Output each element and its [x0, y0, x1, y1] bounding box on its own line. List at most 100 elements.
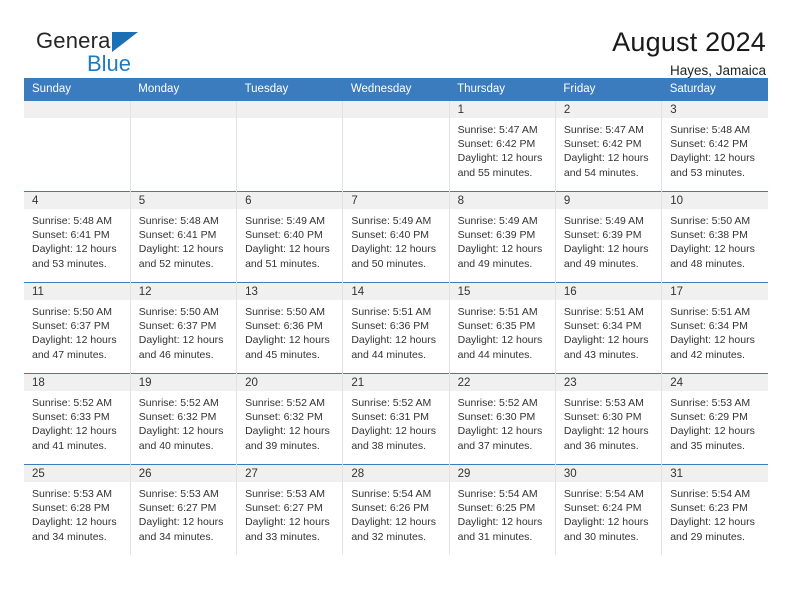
day-number: 27: [237, 465, 343, 482]
day-details: Sunrise: 5:51 AM Sunset: 6:35 PM Daylight:…: [450, 300, 555, 362]
daylight-duration-line2: and 53 minutes.: [32, 257, 107, 270]
calendar-day-cell[interactable]: 31 Sunrise: 5:54 AM Sunset: 6:23 PM Dayligh…: [661, 464, 768, 555]
calendar-day-cell[interactable]: 14 Sunrise: 5:51 AM Sunset: 6:36 PM Dayligh…: [342, 282, 450, 374]
calendar-day-cell[interactable]: 27 Sunrise: 5:53 AM Sunset: 6:27 PM Dayligh…: [236, 464, 343, 555]
daylight-duration-line1: Daylight: 12 hours: [351, 334, 436, 347]
calendar-day-cell[interactable]: 18 Sunrise: 5:52 AM Sunset: 6:33 PM Dayligh…: [24, 373, 131, 465]
day-details: Sunrise: 5:50 AM Sunset: 6:37 PM Daylight:…: [131, 300, 236, 362]
sunrise-time: Sunrise: 5:47 AM: [457, 124, 538, 136]
day-number: 22: [449, 374, 555, 391]
daylight-duration-line1: Daylight: 12 hours: [32, 425, 117, 438]
day-details: Sunrise: 5:52 AM Sunset: 6:31 PM Daylight:…: [343, 391, 448, 453]
day-details: Sunrise: 5:48 AM Sunset: 6:41 PM Daylight:…: [24, 209, 130, 271]
daylight-duration-line1: Daylight: 12 hours: [563, 152, 649, 165]
day-details: Sunrise: 5:53 AM Sunset: 6:29 PM Daylight:…: [662, 391, 768, 453]
calendar-day-cell[interactable]: 11 Sunrise: 5:50 AM Sunset: 6:37 PM Dayligh…: [24, 282, 131, 374]
calendar-day-cell[interactable]: 20 Sunrise: 5:52 AM Sunset: 6:32 PM Dayligh…: [236, 373, 343, 465]
general-blue-logo[interactable]: General Blue: [24, 28, 204, 84]
sunrise-time: Sunrise: 5:53 AM: [670, 397, 751, 409]
daylight-duration-line1: Daylight: 12 hours: [457, 243, 543, 256]
calendar-day-cell[interactable]: 15 Sunrise: 5:51 AM Sunset: 6:35 PM Dayligh…: [448, 282, 556, 374]
daylight-duration-line1: Daylight: 12 hours: [457, 516, 543, 529]
daylight-duration-line2: and 48 minutes.: [670, 257, 745, 270]
day-number: 9: [555, 192, 662, 209]
sunrise-time: Sunrise: 5:49 AM: [245, 215, 326, 227]
sunrise-time: Sunrise: 5:47 AM: [563, 124, 644, 136]
sunrise-time: Sunrise: 5:52 AM: [351, 397, 432, 409]
day-number: [24, 101, 130, 118]
calendar-day-cell[interactable]: 3 Sunrise: 5:48 AM Sunset: 6:42 PM Daylight…: [661, 100, 768, 192]
daylight-duration-line2: and 49 minutes.: [563, 257, 639, 270]
calendar-day-cell[interactable]: 9 Sunrise: 5:49 AM Sunset: 6:39 PM Daylight…: [554, 191, 662, 283]
daylight-duration-line1: Daylight: 12 hours: [457, 334, 543, 347]
calendar-day-cell[interactable]: 16 Sunrise: 5:51 AM Sunset: 6:34 PM Dayligh…: [554, 282, 662, 374]
calendar-day-cell[interactable]: 22 Sunrise: 5:52 AM Sunset: 6:30 PM Dayligh…: [448, 373, 556, 465]
day-number: 3: [662, 101, 768, 118]
sunrise-sunset-calendar: Sunday Monday Tuesday Wednesday Thursday Frid…: [24, 78, 768, 555]
calendar-day-cell[interactable]: 1 Sunrise: 5:47 AM Sunset: 6:42 PM Daylight…: [448, 100, 556, 192]
sunset-time: Sunset: 6:23 PM: [670, 502, 748, 515]
daylight-duration-line2: and 46 minutes.: [138, 348, 214, 361]
page-header: General Blue August 2024 Hayes, Jamaica: [24, 0, 768, 78]
daylight-duration-line2: and 41 minutes.: [32, 439, 107, 452]
sunset-time: Sunset: 6:27 PM: [245, 502, 323, 515]
daylight-duration-line2: and 44 minutes.: [351, 348, 427, 361]
day-number: 10: [662, 192, 768, 209]
sunrise-time: Sunrise: 5:54 AM: [670, 488, 751, 500]
day-details: Sunrise: 5:51 AM Sunset: 6:36 PM Daylight:…: [343, 300, 448, 362]
day-number: 24: [662, 374, 768, 391]
day-number: 16: [555, 283, 662, 300]
day-number: [237, 101, 343, 118]
daylight-duration-line2: and 55 minutes.: [457, 166, 533, 179]
day-details: Sunrise: 5:51 AM Sunset: 6:34 PM Daylight:…: [556, 300, 661, 362]
sunset-time: Sunset: 6:37 PM: [32, 320, 110, 333]
calendar-day-cell[interactable]: 19 Sunrise: 5:52 AM Sunset: 6:32 PM Dayligh…: [129, 373, 237, 465]
calendar-day-cell[interactable]: 13 Sunrise: 5:50 AM Sunset: 6:36 PM Dayligh…: [236, 282, 343, 374]
calendar-day-cell[interactable]: 30 Sunrise: 5:54 AM Sunset: 6:24 PM Dayligh…: [554, 464, 662, 555]
daylight-duration-line1: Daylight: 12 hours: [32, 243, 117, 256]
calendar-day-cell[interactable]: 6 Sunrise: 5:49 AM Sunset: 6:40 PM Daylight…: [236, 191, 343, 283]
sunrise-time: Sunrise: 5:50 AM: [32, 306, 112, 318]
calendar-week-row: 4 Sunrise: 5:48 AM Sunset: 6:41 PM Daylight…: [24, 191, 768, 283]
calendar-week-row: 1 Sunrise: 5:47 AM Sunset: 6:42 PM Daylight…: [24, 100, 768, 192]
calendar-day-cell-empty: [236, 100, 343, 192]
calendar-day-cell[interactable]: 28 Sunrise: 5:54 AM Sunset: 6:26 PM Dayligh…: [342, 464, 450, 555]
sunrise-time: Sunrise: 5:48 AM: [138, 215, 219, 227]
calendar-day-cell[interactable]: 10 Sunrise: 5:50 AM Sunset: 6:38 PM Dayligh…: [661, 191, 768, 283]
calendar-day-cell[interactable]: 29 Sunrise: 5:54 AM Sunset: 6:25 PM Dayligh…: [448, 464, 556, 555]
calendar-day-cell[interactable]: 7 Sunrise: 5:49 AM Sunset: 6:40 PM Daylight…: [342, 191, 450, 283]
sunrise-time: Sunrise: 5:52 AM: [32, 397, 112, 409]
day-details: Sunrise: 5:53 AM Sunset: 6:27 PM Daylight:…: [237, 482, 342, 544]
day-number: 2: [555, 101, 662, 118]
daylight-duration-line1: Daylight: 12 hours: [138, 243, 224, 256]
calendar-day-cell[interactable]: 2 Sunrise: 5:47 AM Sunset: 6:42 PM Daylight…: [554, 100, 662, 192]
calendar-day-cell-empty: [342, 100, 450, 192]
weekday-header-tuesday: Tuesday: [236, 78, 343, 101]
day-number: 4: [24, 192, 130, 209]
day-details: Sunrise: 5:52 AM Sunset: 6:32 PM Daylight:…: [131, 391, 236, 453]
sunrise-time: Sunrise: 5:52 AM: [457, 397, 538, 409]
calendar-day-cell[interactable]: 12 Sunrise: 5:50 AM Sunset: 6:37 PM Dayligh…: [129, 282, 237, 374]
calendar-day-cell[interactable]: 25 Sunrise: 5:53 AM Sunset: 6:28 PM Dayligh…: [24, 464, 131, 555]
day-details: Sunrise: 5:50 AM Sunset: 6:38 PM Daylight:…: [662, 209, 768, 271]
daylight-duration-line1: Daylight: 12 hours: [563, 425, 649, 438]
calendar-day-cell[interactable]: 23 Sunrise: 5:53 AM Sunset: 6:30 PM Dayligh…: [554, 373, 662, 465]
day-details: Sunrise: 5:50 AM Sunset: 6:37 PM Daylight:…: [24, 300, 130, 362]
calendar-day-cell[interactable]: 24 Sunrise: 5:53 AM Sunset: 6:29 PM Dayligh…: [661, 373, 768, 465]
sunrise-time: Sunrise: 5:52 AM: [138, 397, 219, 409]
calendar-day-cell[interactable]: 17 Sunrise: 5:51 AM Sunset: 6:34 PM Dayligh…: [661, 282, 768, 374]
sunset-time: Sunset: 6:32 PM: [245, 411, 323, 424]
daylight-duration-line2: and 35 minutes.: [670, 439, 745, 452]
calendar-day-cell[interactable]: 4 Sunrise: 5:48 AM Sunset: 6:41 PM Daylight…: [24, 191, 131, 283]
calendar-day-cell[interactable]: 26 Sunrise: 5:53 AM Sunset: 6:27 PM Dayligh…: [129, 464, 237, 555]
day-number: 31: [662, 465, 768, 482]
calendar-day-cell[interactable]: 8 Sunrise: 5:49 AM Sunset: 6:39 PM Daylight…: [448, 191, 556, 283]
calendar-day-cell[interactable]: 21 Sunrise: 5:52 AM Sunset: 6:31 PM Dayligh…: [342, 373, 450, 465]
weekday-header-thursday: Thursday: [449, 78, 556, 101]
sunset-time: Sunset: 6:29 PM: [670, 411, 748, 424]
sunset-time: Sunset: 6:36 PM: [351, 320, 429, 333]
calendar-day-cell[interactable]: 5 Sunrise: 5:48 AM Sunset: 6:41 PM Daylight…: [129, 191, 237, 283]
daylight-duration-line2: and 42 minutes.: [670, 348, 745, 361]
day-number: 6: [237, 192, 343, 209]
day-number: [343, 101, 449, 118]
